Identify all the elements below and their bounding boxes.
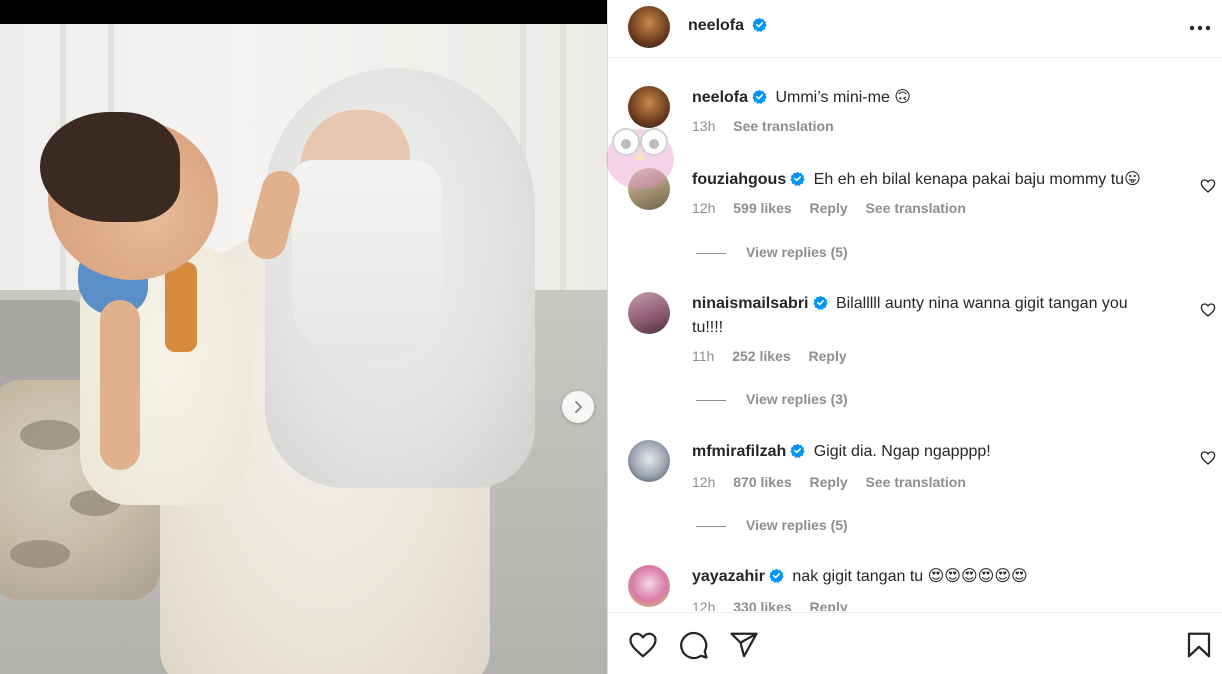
next-photo-button[interactable] [562,391,594,423]
view-replies-label: View replies (3) [746,391,848,407]
verified-badge-icon [790,171,805,186]
comment-username[interactable]: yayazahir [692,568,765,585]
bookmark-icon[interactable] [1184,630,1214,660]
verified-badge-icon [769,568,784,583]
like-heart-icon[interactable] [628,630,658,660]
comment-line: mfmirafilzah Gigit dia. Ngap ngapppp! [692,440,1162,464]
verified-badge-icon [790,443,805,458]
comment-line: fouziahgous Eh eh eh bilal kenapa pakai … [692,168,1162,192]
share-icon[interactable] [729,630,759,660]
comment-username[interactable]: mfmirafilzah [692,443,786,460]
comment-line: yayazahir nak gigit tangan tu 😍😍😍😍😍😍 [692,565,1162,589]
more-options-button[interactable] [1186,14,1214,42]
comments-panel: neelofa neelofa Ummi’s mini-me 🙃 13h See… [607,0,1222,674]
comment-likes[interactable]: 599 likes [733,200,791,216]
comment-time[interactable]: 12h [692,200,715,216]
comment-item: fouziahgous Eh eh eh bilal kenapa pakai … [628,168,1216,268]
like-comment-heart-icon[interactable] [1200,178,1216,194]
comment-likes[interactable]: 870 likes [733,474,791,490]
author-username[interactable]: neelofa [688,17,744,34]
post-actions-bar [608,612,1222,674]
comment-item: mfmirafilzah Gigit dia. Ngap ngapppp! 12… [628,440,1216,540]
comment-text: Eh eh eh bilal kenapa pakai baju mommy t… [813,171,1141,188]
caption-meta: 13h See translation [692,118,848,134]
comment-avatar[interactable] [628,292,670,334]
more-icon [1189,25,1211,31]
comment-avatar[interactable] [628,565,670,607]
comment-meta: 11h 252 likes Reply [692,348,861,364]
comment-line: ninaismailsabri Bilalllll aunty nina wan… [692,292,1162,340]
caption-avatar[interactable] [628,86,670,128]
photo-top-bar [0,0,607,24]
chevron-right-icon [575,401,582,413]
comment-meta: 12h 870 likes Reply See translation [692,474,980,490]
romper-giraffe-print [165,262,197,352]
pillow-pattern [10,540,70,568]
replies-divider [696,525,726,527]
caption-time[interactable]: 13h [692,118,715,134]
author-avatar[interactable] [628,6,670,48]
comment-username[interactable]: ninaismailsabri [692,295,809,312]
verified-badge-icon [812,295,828,310]
caption: neelofa Ummi’s mini-me 🙃 13h See transla… [628,86,1198,146]
view-replies-label: View replies (5) [746,244,848,260]
comment-time[interactable]: 12h [692,474,715,490]
comment-avatar[interactable] [628,168,670,210]
author-block: neelofa [688,17,768,35]
comment-item: yayazahir nak gigit tangan tu 😍😍😍😍😍😍 12h… [628,565,1198,611]
view-replies-button[interactable]: View replies (5) [696,517,848,533]
baby-arm [100,300,140,470]
comment-text: nak gigit tangan tu 😍😍😍😍😍😍 [792,568,1028,585]
post-header: neelofa [608,0,1222,58]
verified-badge-icon [752,89,767,104]
comment-username[interactable]: fouziahgous [692,171,786,188]
see-translation-link[interactable]: See translation [733,118,833,134]
post-photo[interactable] [0,0,607,674]
replies-divider [696,399,726,401]
replies-divider [696,252,726,254]
reply-button[interactable]: Reply [810,200,848,216]
comment-item: ninaismailsabri Bilalllll aunty nina wan… [628,292,1216,412]
like-comment-heart-icon[interactable] [1200,302,1216,318]
comment-meta: 12h 599 likes Reply See translation [692,200,980,216]
comment-time[interactable]: 12h [692,599,715,611]
comment-avatar[interactable] [628,440,670,482]
caption-line: neelofa Ummi’s mini-me 🙃 [692,86,1162,110]
caption-username[interactable]: neelofa [692,89,748,106]
wall-panel-line [560,24,566,324]
see-translation-link[interactable]: See translation [866,474,966,490]
comment-likes[interactable]: 252 likes [732,348,790,364]
reply-button[interactable]: Reply [810,474,848,490]
reply-button[interactable]: Reply [809,348,847,364]
verified-badge-icon [752,17,768,32]
mother-niqab [292,160,442,360]
comment-meta: 12h 330 likes Reply [692,599,862,611]
pillow-pattern [20,420,80,450]
view-replies-label: View replies (5) [746,517,848,533]
baby-hair [40,112,180,222]
view-replies-button[interactable]: View replies (5) [696,244,848,260]
sofa-cushion [0,300,90,390]
like-comment-heart-icon[interactable] [1200,450,1216,466]
comment-likes[interactable]: 330 likes [733,599,791,611]
view-replies-button[interactable]: View replies (3) [696,391,848,407]
comment-time[interactable]: 11h [692,348,714,364]
reply-button[interactable]: Reply [810,599,848,611]
comment-icon[interactable] [679,630,709,660]
caption-text: Ummi’s mini-me 🙃 [775,89,911,106]
see-translation-link[interactable]: See translation [866,200,966,216]
comment-text: Gigit dia. Ngap ngapppp! [813,443,991,460]
